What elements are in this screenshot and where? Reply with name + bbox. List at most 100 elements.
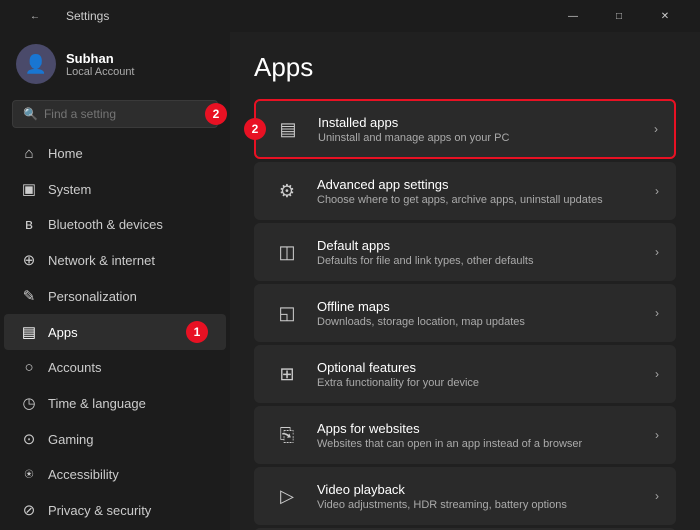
installed-apps-icon: ▤ bbox=[272, 113, 304, 145]
sidebar-item-label-privacy: Privacy & security bbox=[48, 503, 151, 518]
apps-nav-icon: ▤ bbox=[20, 323, 38, 341]
sidebar-item-label-accessibility: Accessibility bbox=[48, 467, 119, 482]
bluetooth-nav-icon: ʙ bbox=[20, 216, 38, 233]
setting-item-video-playback[interactable]: ▷ Video playback Video adjustments, HDR st… bbox=[254, 467, 676, 525]
sidebar-item-privacy[interactable]: ⊘ Privacy & security bbox=[4, 492, 226, 528]
optional-features-icon: ⊞ bbox=[271, 358, 303, 390]
sidebar-item-apps[interactable]: ▤ Apps 1 bbox=[4, 314, 226, 350]
advanced-app-settings-icon: ⚙ bbox=[271, 175, 303, 207]
sidebar-item-label-apps: Apps bbox=[48, 325, 78, 340]
search-icon: 🔍 bbox=[23, 107, 38, 121]
advanced-app-settings-text: Advanced app settings Choose where to get… bbox=[317, 177, 647, 206]
sidebar-item-label-network: Network & internet bbox=[48, 253, 155, 268]
privacy-nav-icon: ⊘ bbox=[20, 501, 38, 519]
sidebar-item-time[interactable]: ◷ Time & language bbox=[4, 385, 226, 421]
search-box[interactable]: 🔍 2 bbox=[12, 100, 218, 128]
sidebar-item-bluetooth[interactable]: ʙ Bluetooth & devices bbox=[4, 207, 226, 242]
installed-apps-chevron: › bbox=[654, 122, 658, 136]
apps-nav-badge: 1 bbox=[186, 321, 208, 343]
time-nav-icon: ◷ bbox=[20, 394, 38, 412]
network-nav-icon: ⊕ bbox=[20, 251, 38, 269]
video-playback-chevron: › bbox=[655, 489, 659, 503]
sidebar-item-system[interactable]: ▣ System bbox=[4, 171, 226, 207]
search-badge: 2 bbox=[205, 103, 227, 125]
installed-apps-desc: Uninstall and manage apps on your PC bbox=[318, 132, 646, 144]
settings-list: 2▤Installed appsUninstall and manage app… bbox=[254, 99, 676, 530]
sidebar-item-personalization[interactable]: ✎ Personalization bbox=[4, 278, 226, 314]
close-button[interactable]: ✕ bbox=[642, 0, 688, 32]
offline-maps-desc: Downloads, storage location, map updates bbox=[317, 316, 647, 328]
setting-item-installed-apps[interactable]: 2▤Installed appsUninstall and manage app… bbox=[254, 99, 676, 159]
default-apps-title: Default apps bbox=[317, 238, 647, 253]
back-button[interactable]: ← bbox=[12, 0, 58, 32]
accessibility-nav-icon: ⍟ bbox=[20, 466, 38, 483]
installed-apps-text: Installed apps Uninstall and manage apps … bbox=[318, 115, 646, 144]
home-nav-icon: ⌂ bbox=[20, 145, 38, 162]
title-bar-title: Settings bbox=[66, 9, 109, 23]
optional-features-title: Optional features bbox=[317, 360, 647, 375]
apps-for-websites-chevron: › bbox=[655, 428, 659, 442]
offline-maps-title: Offline maps bbox=[317, 299, 647, 314]
maximize-button[interactable]: □ bbox=[596, 0, 642, 32]
setting-item-offline-maps[interactable]: ◱ Offline maps Downloads, storage location… bbox=[254, 284, 676, 342]
default-apps-chevron: › bbox=[655, 245, 659, 259]
installed-apps-badge: 2 bbox=[244, 118, 266, 140]
offline-maps-text: Offline maps Downloads, storage location,… bbox=[317, 299, 647, 328]
optional-features-text: Optional features Extra functionality for… bbox=[317, 360, 647, 389]
installed-apps-title: Installed apps bbox=[318, 115, 646, 130]
video-playback-icon: ▷ bbox=[271, 480, 303, 512]
sidebar-item-label-time: Time & language bbox=[48, 396, 146, 411]
setting-item-apps-for-websites[interactable]: ⎘ Apps for websites Websites that can open… bbox=[254, 406, 676, 464]
default-apps-text: Default apps Defaults for file and link t… bbox=[317, 238, 647, 267]
default-apps-icon: ◫ bbox=[271, 236, 303, 268]
advanced-app-settings-desc: Choose where to get apps, archive apps, … bbox=[317, 194, 647, 206]
advanced-app-settings-chevron: › bbox=[655, 184, 659, 198]
sidebar-item-label-home: Home bbox=[48, 146, 83, 161]
gaming-nav-icon: ⊙ bbox=[20, 430, 38, 448]
system-nav-icon: ▣ bbox=[20, 180, 38, 198]
main-layout: 👤 Subhan Local Account 🔍 2 ⌂ Home ▣ System ʙ… bbox=[0, 32, 700, 530]
advanced-app-settings-title: Advanced app settings bbox=[317, 177, 647, 192]
sidebar-item-label-bluetooth: Bluetooth & devices bbox=[48, 217, 163, 232]
setting-item-advanced-app-settings[interactable]: ⚙ Advanced app settings Choose where to ge… bbox=[254, 162, 676, 220]
sidebar-item-home[interactable]: ⌂ Home bbox=[4, 136, 226, 171]
default-apps-desc: Defaults for file and link types, other … bbox=[317, 255, 647, 267]
personalization-nav-icon: ✎ bbox=[20, 287, 38, 305]
sidebar-item-label-system: System bbox=[48, 182, 91, 197]
apps-for-websites-title: Apps for websites bbox=[317, 421, 647, 436]
sidebar-item-accounts[interactable]: ○ Accounts bbox=[4, 350, 226, 385]
video-playback-desc: Video adjustments, HDR streaming, batter… bbox=[317, 499, 647, 511]
title-bar-left: ← Settings bbox=[12, 0, 109, 32]
optional-features-chevron: › bbox=[655, 367, 659, 381]
sidebar-item-label-personalization: Personalization bbox=[48, 289, 137, 304]
profile-info: Subhan Local Account bbox=[66, 51, 135, 78]
sidebar-item-network[interactable]: ⊕ Network & internet bbox=[4, 242, 226, 278]
accounts-nav-icon: ○ bbox=[20, 359, 38, 376]
video-playback-title: Video playback bbox=[317, 482, 647, 497]
apps-for-websites-icon: ⎘ bbox=[271, 419, 303, 451]
sidebar-item-gaming[interactable]: ⊙ Gaming bbox=[4, 421, 226, 457]
title-bar: ← Settings — □ ✕ bbox=[0, 0, 700, 32]
sidebar-item-label-accounts: Accounts bbox=[48, 360, 101, 375]
profile-account-type: Local Account bbox=[66, 66, 135, 78]
optional-features-desc: Extra functionality for your device bbox=[317, 377, 647, 389]
offline-maps-chevron: › bbox=[655, 306, 659, 320]
page-title: Apps bbox=[254, 52, 676, 83]
profile-name: Subhan bbox=[66, 51, 135, 66]
search-input[interactable] bbox=[44, 107, 207, 121]
apps-for-websites-desc: Websites that can open in an app instead… bbox=[317, 438, 647, 450]
apps-for-websites-text: Apps for websites Websites that can open … bbox=[317, 421, 647, 450]
offline-maps-icon: ◱ bbox=[271, 297, 303, 329]
video-playback-text: Video playback Video adjustments, HDR str… bbox=[317, 482, 647, 511]
avatar: 👤 bbox=[16, 44, 56, 84]
sidebar-item-accessibility[interactable]: ⍟ Accessibility bbox=[4, 457, 226, 492]
sidebar: 👤 Subhan Local Account 🔍 2 ⌂ Home ▣ System ʙ… bbox=[0, 32, 230, 530]
title-bar-controls: — □ ✕ bbox=[550, 0, 688, 32]
setting-item-default-apps[interactable]: ◫ Default apps Defaults for file and link … bbox=[254, 223, 676, 281]
sidebar-item-label-gaming: Gaming bbox=[48, 432, 94, 447]
profile[interactable]: 👤 Subhan Local Account bbox=[0, 32, 230, 92]
setting-item-optional-features[interactable]: ⊞ Optional features Extra functionality fo… bbox=[254, 345, 676, 403]
content-area: Apps 2 ▤ Installed apps Uninstall and manag… bbox=[230, 32, 700, 530]
minimize-button[interactable]: — bbox=[550, 0, 596, 32]
nav-list: ⌂ Home ▣ System ʙ Bluetooth & devices ⊕ Network… bbox=[0, 136, 230, 530]
